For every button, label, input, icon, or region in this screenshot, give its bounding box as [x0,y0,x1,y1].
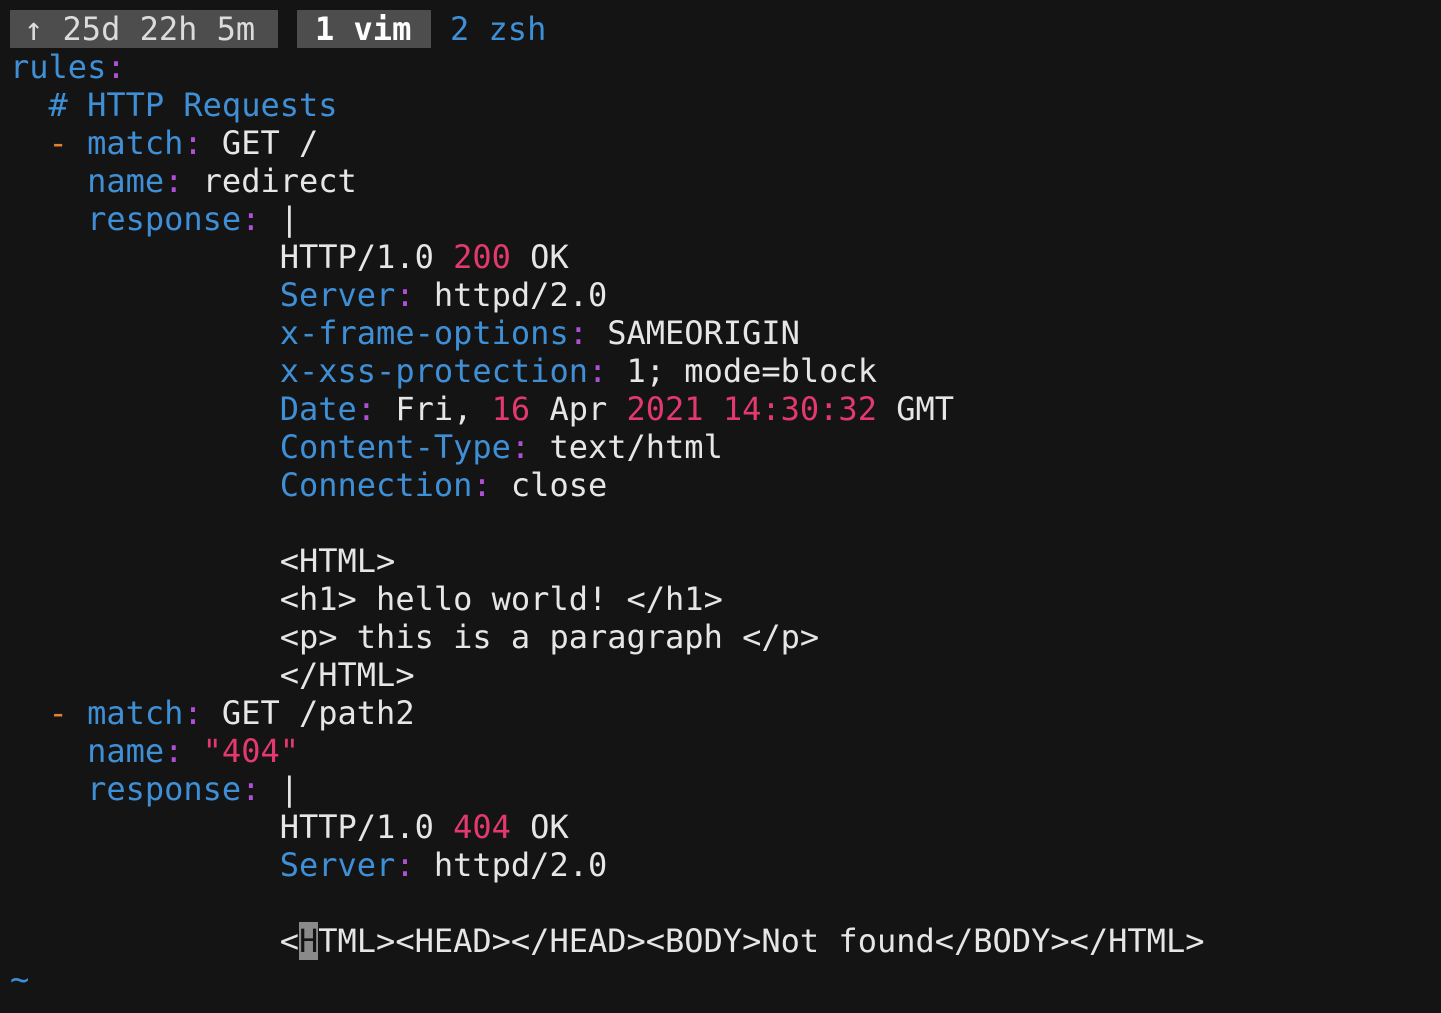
yaml-colon: : [241,200,261,238]
text-cursor: H [298,922,319,960]
header-value: close [510,466,608,504]
code-line: x-frame-options: SAMEORIGIN [10,314,1441,352]
code-line: name: "404" [10,732,1441,770]
code-line: rules: [10,48,1441,86]
yaml-colon: : [395,276,415,314]
header-value: 1; mode=block [626,352,877,390]
http-status-text: OK [530,808,569,846]
yaml-value: GET /path2 [221,694,415,732]
yaml-key: rules [10,48,107,86]
list-dash: - [48,124,68,162]
yaml-colon: : [472,466,492,504]
uptime-arrow-icon: ↑ [24,10,44,48]
html-body-text: TML><HEAD></HEAD><BODY>Not found</BODY><… [318,922,1205,960]
http-proto: HTTP/1.0 [279,808,434,846]
code-line: HTTP/1.0 404 OK [10,808,1441,846]
uptime-segment: ↑ 25d 22h 5m [10,10,278,48]
tmux-window-zsh[interactable]: 2 zsh [450,10,546,48]
header-key: Server [279,276,396,314]
yaml-colon: : [106,48,126,86]
header-value: text/html [549,428,723,466]
tmux-window-vim[interactable]: 1 vim [297,10,431,48]
date-year: 2021 [626,390,704,428]
block-scalar-marker: | [279,200,299,238]
date-tz: GMT [896,390,955,428]
yaml-colon: : [587,352,608,390]
header-key: Server [279,846,396,884]
yaml-colon: : [183,694,203,732]
yaml-colon: : [164,732,184,770]
http-proto: HTTP/1.0 [279,238,434,276]
yaml-colon: : [241,770,261,808]
code-line: Date: Fri, 16 Apr 2021 14:30:32 GMT [10,390,1441,428]
code-line: <HTML> [10,542,1441,580]
date-day: Fri, [395,390,473,428]
code-line: response: | [10,200,1441,238]
yaml-string-value: "404" [202,732,299,770]
date-month: Apr [549,390,608,428]
vim-buffer[interactable]: rules: # HTTP Requests - match: GET / na… [10,48,1441,1013]
yaml-colon: : [395,846,415,884]
header-value: SAMEORIGIN [607,314,800,352]
code-line: ~ [10,960,1441,998]
yaml-colon: : [510,428,531,466]
yaml-key: name [87,162,165,200]
header-key: Connection [279,466,473,504]
html-body-line: <HTML> [279,542,396,580]
yaml-key: response [87,200,242,238]
code-line: Content-Type: text/html [10,428,1441,466]
http-status-text: OK [530,238,569,276]
http-status-code: 404 [453,808,511,846]
code-line: </HTML> [10,656,1441,694]
code-line: - match: GET / [10,124,1441,162]
yaml-colon: : [356,390,377,428]
yaml-colon: : [183,124,203,162]
header-value: httpd/2.0 [433,846,608,884]
code-line: x-xss-protection: 1; mode=block [10,352,1441,390]
code-line: Server: httpd/2.0 [10,846,1441,884]
yaml-key: match [87,124,184,162]
http-status-code: 200 [453,238,511,276]
header-key: Content-Type [279,428,511,466]
code-line: Connection: close [10,466,1441,504]
date-time: 14:30:32 [722,390,877,428]
yaml-key: name [87,732,165,770]
header-key: x-frame-options [279,314,569,352]
html-body-line: </HTML> [279,656,415,694]
yaml-comment: # HTTP Requests [48,86,338,124]
header-value: httpd/2.0 [433,276,608,314]
yaml-value: redirect [202,162,357,200]
header-key: Date [279,390,357,428]
code-line: response: | [10,770,1441,808]
code-line: <HTML><HEAD></HEAD><BODY>Not found</BODY… [10,922,1441,960]
html-body-line: <h1> hello world! </h1> [279,580,723,618]
yaml-key: match [87,694,184,732]
yaml-key: response [87,770,242,808]
uptime-text: 25d 22h 5m [62,10,256,48]
header-key: x-xss-protection [279,352,588,390]
code-line: name: redirect [10,162,1441,200]
code-line: # HTTP Requests [10,86,1441,124]
html-body-line: <p> this is a paragraph </p> [279,618,820,656]
yaml-colon: : [164,162,184,200]
tmux-status-bar: ↑ 25d 22h 5m 1 vim 2 zsh [10,10,546,48]
list-dash: - [48,694,68,732]
code-line: <p> this is a paragraph </p> [10,618,1441,656]
code-line: HTTP/1.0 200 OK [10,238,1441,276]
code-line: <h1> hello world! </h1> [10,580,1441,618]
code-line: Server: httpd/2.0 [10,276,1441,314]
html-body-text: < [279,922,299,960]
code-line: - match: GET /path2 [10,694,1441,732]
date-dom: 16 [491,390,531,428]
empty-line-tilde: ~ [10,960,30,998]
block-scalar-marker: | [279,770,299,808]
yaml-value: GET / [221,124,319,162]
yaml-colon: : [568,314,588,352]
